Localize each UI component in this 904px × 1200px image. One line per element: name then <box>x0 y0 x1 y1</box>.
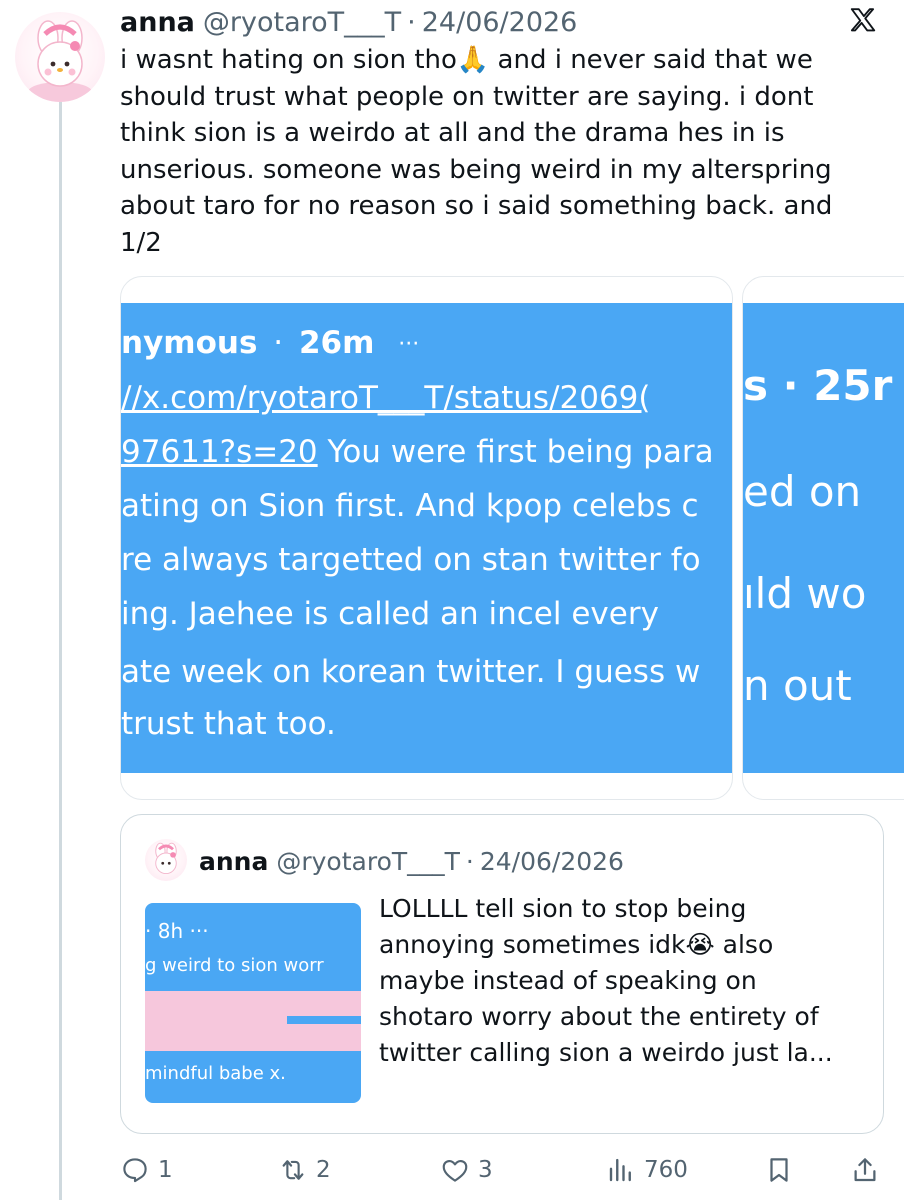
views-chart-icon <box>609 1158 631 1182</box>
screenshot-link-part1: //x.com/ryotaroT___T/status/2069( <box>121 380 651 416</box>
media-image-2[interactable]: s · 25r ed on ıld wo n out <box>742 276 904 800</box>
screenshot2-line-1: s · 25r <box>743 361 893 410</box>
screenshot-line-7: trust that too. <box>121 706 336 742</box>
screenshot2-line-2: ed on <box>743 467 862 516</box>
x-logo-icon <box>850 8 876 32</box>
thumbnail-line-2: mindful babe x. <box>145 1063 286 1084</box>
screenshot-header: nymous · 26m ··· <box>121 318 419 368</box>
screenshot2-line-3: ıld wo <box>743 569 867 618</box>
repost-count: 2 <box>316 1157 331 1183</box>
views-button[interactable]: 760 <box>606 1155 688 1185</box>
screenshot-header-time: 26m <box>298 325 375 361</box>
views-count: 760 <box>644 1157 688 1183</box>
thumbnail-header: · 8h ··· <box>145 919 209 943</box>
screenshot-line-4: re always targetted on stan twitter fo <box>121 542 701 578</box>
quoted-author-handle: @ryotaroT___T <box>276 846 460 876</box>
like-count: 3 <box>478 1157 493 1183</box>
quoted-tweet[interactable]: anna @ryotaroT___T · 24/06/2026 · 8h ···… <box>120 814 884 1134</box>
avatar[interactable] <box>15 12 105 102</box>
quoted-author-name: anna <box>199 846 269 876</box>
reply-icon <box>123 1158 147 1183</box>
screenshot-header-name: nymous <box>121 325 258 361</box>
media-gallery[interactable]: nymous · 26m ··· //x.com/ryotaroT___T/st… <box>120 276 904 800</box>
like-button[interactable]: 3 <box>440 1155 493 1185</box>
tweet-header: anna @ryotaroT___T · 24/06/2026 <box>120 4 577 40</box>
blue-stroke <box>287 1016 361 1024</box>
quoted-avatar <box>145 839 187 881</box>
repost-icon <box>282 1160 304 1180</box>
thread-connector-line <box>59 100 62 1200</box>
author-handle[interactable]: @ryotaroT___T <box>203 7 401 38</box>
screenshot-line-1: //x.com/ryotaroT___T/status/2069( <box>121 373 650 423</box>
media-image-1[interactable]: nymous · 26m ··· //x.com/ryotaroT___T/st… <box>120 276 733 800</box>
more-dots-icon: ··· <box>398 331 420 357</box>
reply-count: 1 <box>158 1157 173 1183</box>
tweet-text: i wasnt hating on sion tho🙏 and i never … <box>120 45 833 258</box>
screenshot-line-5: ing. Jaehee is called an incel every <box>121 596 659 632</box>
quoted-date: 24/06/2026 <box>479 846 624 876</box>
bookmark-icon <box>770 1158 788 1182</box>
quoted-header-separator: · <box>465 846 474 876</box>
screenshot-header-sep: · <box>273 325 284 361</box>
screenshot2-line-4: n out <box>743 661 852 710</box>
quoted-header: anna @ryotaroT___T · 24/06/2026 <box>199 843 624 879</box>
quoted-avatar-image <box>155 842 177 874</box>
bookmark-button[interactable] <box>764 1155 794 1185</box>
author-name[interactable]: anna <box>120 7 195 38</box>
quoted-thumbnail[interactable]: · 8h ··· g weird to sion worr mindful ba… <box>145 903 361 1103</box>
share-button[interactable] <box>850 1155 880 1185</box>
tweet-date[interactable]: 24/06/2026 <box>422 7 578 38</box>
header-separator: · <box>407 6 416 38</box>
screenshot-link-part2: 97611?s=20 <box>121 434 318 470</box>
screenshot-line-2-rest: You were first being para <box>317 434 714 470</box>
action-bar: 1 2 3 760 <box>120 1150 890 1190</box>
avatar-image <box>28 20 92 102</box>
quoted-text: LOLLLL tell sion to stop being annoying … <box>379 894 833 1067</box>
heart-icon <box>442 1159 468 1182</box>
screenshot-line-6: ate week on korean twitter. I guess w <box>121 654 701 690</box>
screenshot-line-2: 97611?s=20 You were first being para <box>121 427 714 477</box>
screenshot-line-3: ating on Sion first. And kpop celebs c <box>121 488 699 524</box>
thumbnail-line-1: g weird to sion worr <box>145 955 324 976</box>
repost-button[interactable]: 2 <box>278 1155 331 1185</box>
share-icon <box>854 1158 876 1182</box>
reply-button[interactable]: 1 <box>120 1155 173 1185</box>
